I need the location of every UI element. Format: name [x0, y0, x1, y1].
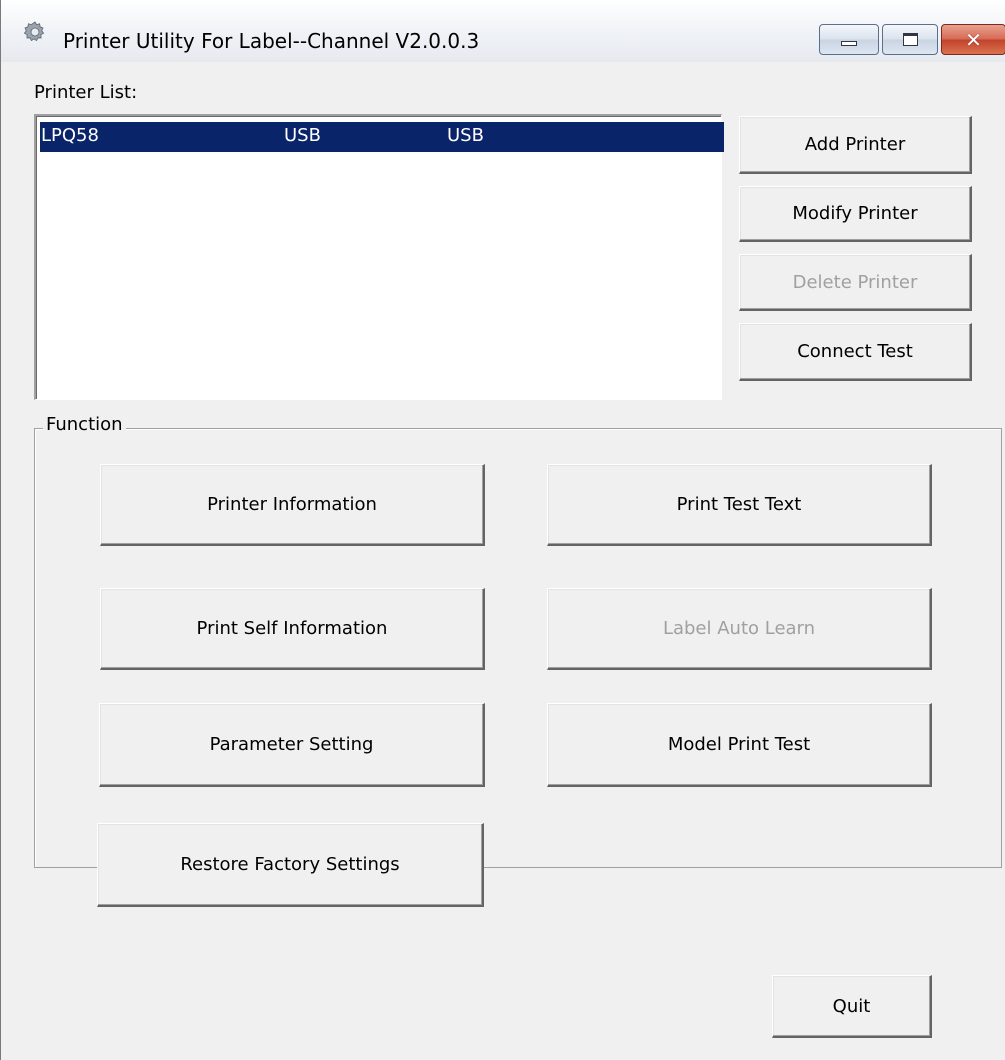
add-printer-button[interactable]: Add Printer: [739, 116, 972, 174]
printer-list[interactable]: LPQ58 USB USB: [34, 114, 724, 400]
title-bar[interactable]: Printer Utility For Label--Channel V2.0.…: [1, 0, 1005, 62]
minimize-button[interactable]: [819, 24, 879, 55]
label-auto-learn-button[interactable]: Label Auto Learn: [547, 588, 932, 670]
printer-type-cell: USB: [447, 125, 484, 146]
print-self-information-button[interactable]: Print Self Information: [100, 588, 485, 670]
parameter-setting-button[interactable]: Parameter Setting: [99, 703, 485, 787]
close-button[interactable]: ✕: [941, 24, 1005, 55]
printer-utility-window: Printer Utility For Label--Channel V2.0.…: [0, 0, 1005, 1060]
quit-button[interactable]: Quit: [772, 975, 932, 1038]
printer-name-cell: LPQ58: [41, 125, 99, 146]
maximize-icon: [902, 33, 918, 46]
window-title: Printer Utility For Label--Channel V2.0.…: [63, 29, 480, 53]
restore-factory-settings-button[interactable]: Restore Factory Settings: [97, 823, 484, 907]
modify-printer-button[interactable]: Modify Printer: [739, 186, 972, 242]
printer-port-cell: USB: [284, 125, 321, 146]
print-test-text-button[interactable]: Print Test Text: [547, 464, 932, 546]
connect-test-button[interactable]: Connect Test: [739, 323, 972, 381]
close-icon: ✕: [965, 27, 982, 52]
gear-icon[interactable]: [23, 20, 47, 44]
delete-printer-button[interactable]: Delete Printer: [739, 254, 972, 311]
maximize-button[interactable]: [882, 24, 938, 55]
model-print-test-button[interactable]: Model Print Test: [547, 703, 932, 787]
minimize-icon: [841, 41, 857, 46]
function-group-title: Function: [43, 414, 126, 435]
printer-information-button[interactable]: Printer Information: [100, 464, 485, 546]
printer-list-label: Printer List:: [34, 82, 138, 103]
printer-list-row[interactable]: LPQ58 USB USB: [40, 122, 724, 152]
